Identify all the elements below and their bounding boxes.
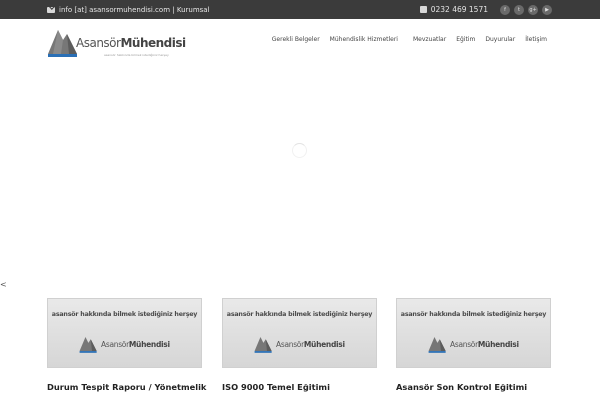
- main-nav: Gerekli Belgeler Mühendislik Hizmetleri …: [267, 34, 552, 45]
- twitter-icon[interactable]: t: [514, 4, 524, 15]
- slider-prev-arrow[interactable]: <: [0, 280, 7, 289]
- thumb-brand-light: Asansör: [450, 340, 478, 349]
- thumb-brand-light: Asansör: [276, 340, 304, 349]
- mail-icon: [47, 6, 55, 13]
- phone-number[interactable]: 0232 469 1571: [431, 5, 488, 14]
- hero-slider: [0, 65, 600, 275]
- thumb-brand-light: Asansör: [101, 340, 129, 349]
- top-bar-right: 0232 469 1571 f t g+ ▶: [419, 0, 552, 19]
- thumb-brand-bold: Mühendisi: [477, 340, 519, 349]
- thumbnail-tagline: asansör hakkında bilmek istediğiniz herş…: [400, 311, 547, 318]
- phone-icon: [419, 6, 427, 13]
- mountain-logo-icon: [428, 336, 446, 353]
- post-title[interactable]: Asansör Son Kontrol Eğitimi: [396, 382, 551, 392]
- contact-email-text[interactable]: info [at] asansormuhendisi.com | Kurumsa…: [59, 6, 210, 14]
- site-logo[interactable]: AsansörMühendisi asansör hakkında bilmek…: [47, 25, 186, 59]
- youtube-icon[interactable]: ▶: [542, 4, 552, 15]
- nav-egitim[interactable]: Eğitim: [451, 34, 480, 45]
- googleplus-icon[interactable]: g+: [528, 4, 538, 15]
- post-thumbnail[interactable]: asansör hakkında bilmek istediğiniz herş…: [222, 298, 377, 368]
- site-header: AsansörMühendisi asansör hakkında bilmek…: [0, 19, 600, 65]
- post-cards: asansör hakkında bilmek istediğiniz herş…: [47, 298, 552, 400]
- thumb-brand-bold: Mühendisi: [303, 340, 345, 349]
- thumbnail-logo: AsansörMühendisi: [79, 333, 170, 357]
- nav-gerekli-belgeler[interactable]: Gerekli Belgeler: [267, 34, 325, 45]
- logo-brand-bold: Mühendisi: [120, 36, 186, 50]
- post-thumbnail[interactable]: asansör hakkında bilmek istediğiniz herş…: [396, 298, 551, 368]
- post-card[interactable]: asansör hakkında bilmek istediğiniz herş…: [47, 298, 206, 392]
- thumbnail-logo: AsansörMühendisi: [254, 333, 345, 357]
- facebook-icon[interactable]: f: [500, 4, 510, 15]
- nav-iletisim[interactable]: İletişim: [520, 34, 552, 45]
- thumbnail-tagline: asansör hakkında bilmek istediğiniz herş…: [226, 311, 373, 318]
- post-card[interactable]: asansör hakkında bilmek istediğiniz herş…: [396, 298, 551, 392]
- loading-spinner-icon: [292, 143, 307, 158]
- post-title[interactable]: Durum Tespit Raporu / Yönetmelik: [47, 382, 206, 392]
- logo-wordmark: AsansörMühendisi: [76, 36, 186, 50]
- mountain-logo-icon: [79, 336, 97, 353]
- thumbnail-tagline: asansör hakkında bilmek istediğiniz herş…: [51, 311, 198, 318]
- top-bar: info [at] asansormuhendisi.com | Kurumsa…: [0, 0, 600, 19]
- logo-tagline: asansör hakkında bilmek istediğiniz herş…: [104, 53, 169, 57]
- post-title[interactable]: ISO 9000 Temel Eğitimi: [222, 382, 377, 392]
- post-thumbnail[interactable]: asansör hakkında bilmek istediğiniz herş…: [47, 298, 202, 368]
- thumbnail-logo: AsansörMühendisi: [428, 333, 519, 357]
- post-card[interactable]: asansör hakkında bilmek istediğiniz herş…: [222, 298, 377, 392]
- nav-mevzuatlar[interactable]: Mevzuatlar: [408, 34, 451, 45]
- thumb-brand-bold: Mühendisi: [128, 340, 170, 349]
- mountain-logo-icon: [254, 336, 272, 353]
- nav-duyurular[interactable]: Duyurular: [480, 34, 520, 45]
- contact-email[interactable]: info [at] asansormuhendisi.com | Kurumsa…: [47, 0, 210, 19]
- logo-brand-light: Asansör: [76, 36, 121, 50]
- nav-muhendislik-hizmetleri[interactable]: Mühendislik Hizmetleri: [325, 34, 403, 45]
